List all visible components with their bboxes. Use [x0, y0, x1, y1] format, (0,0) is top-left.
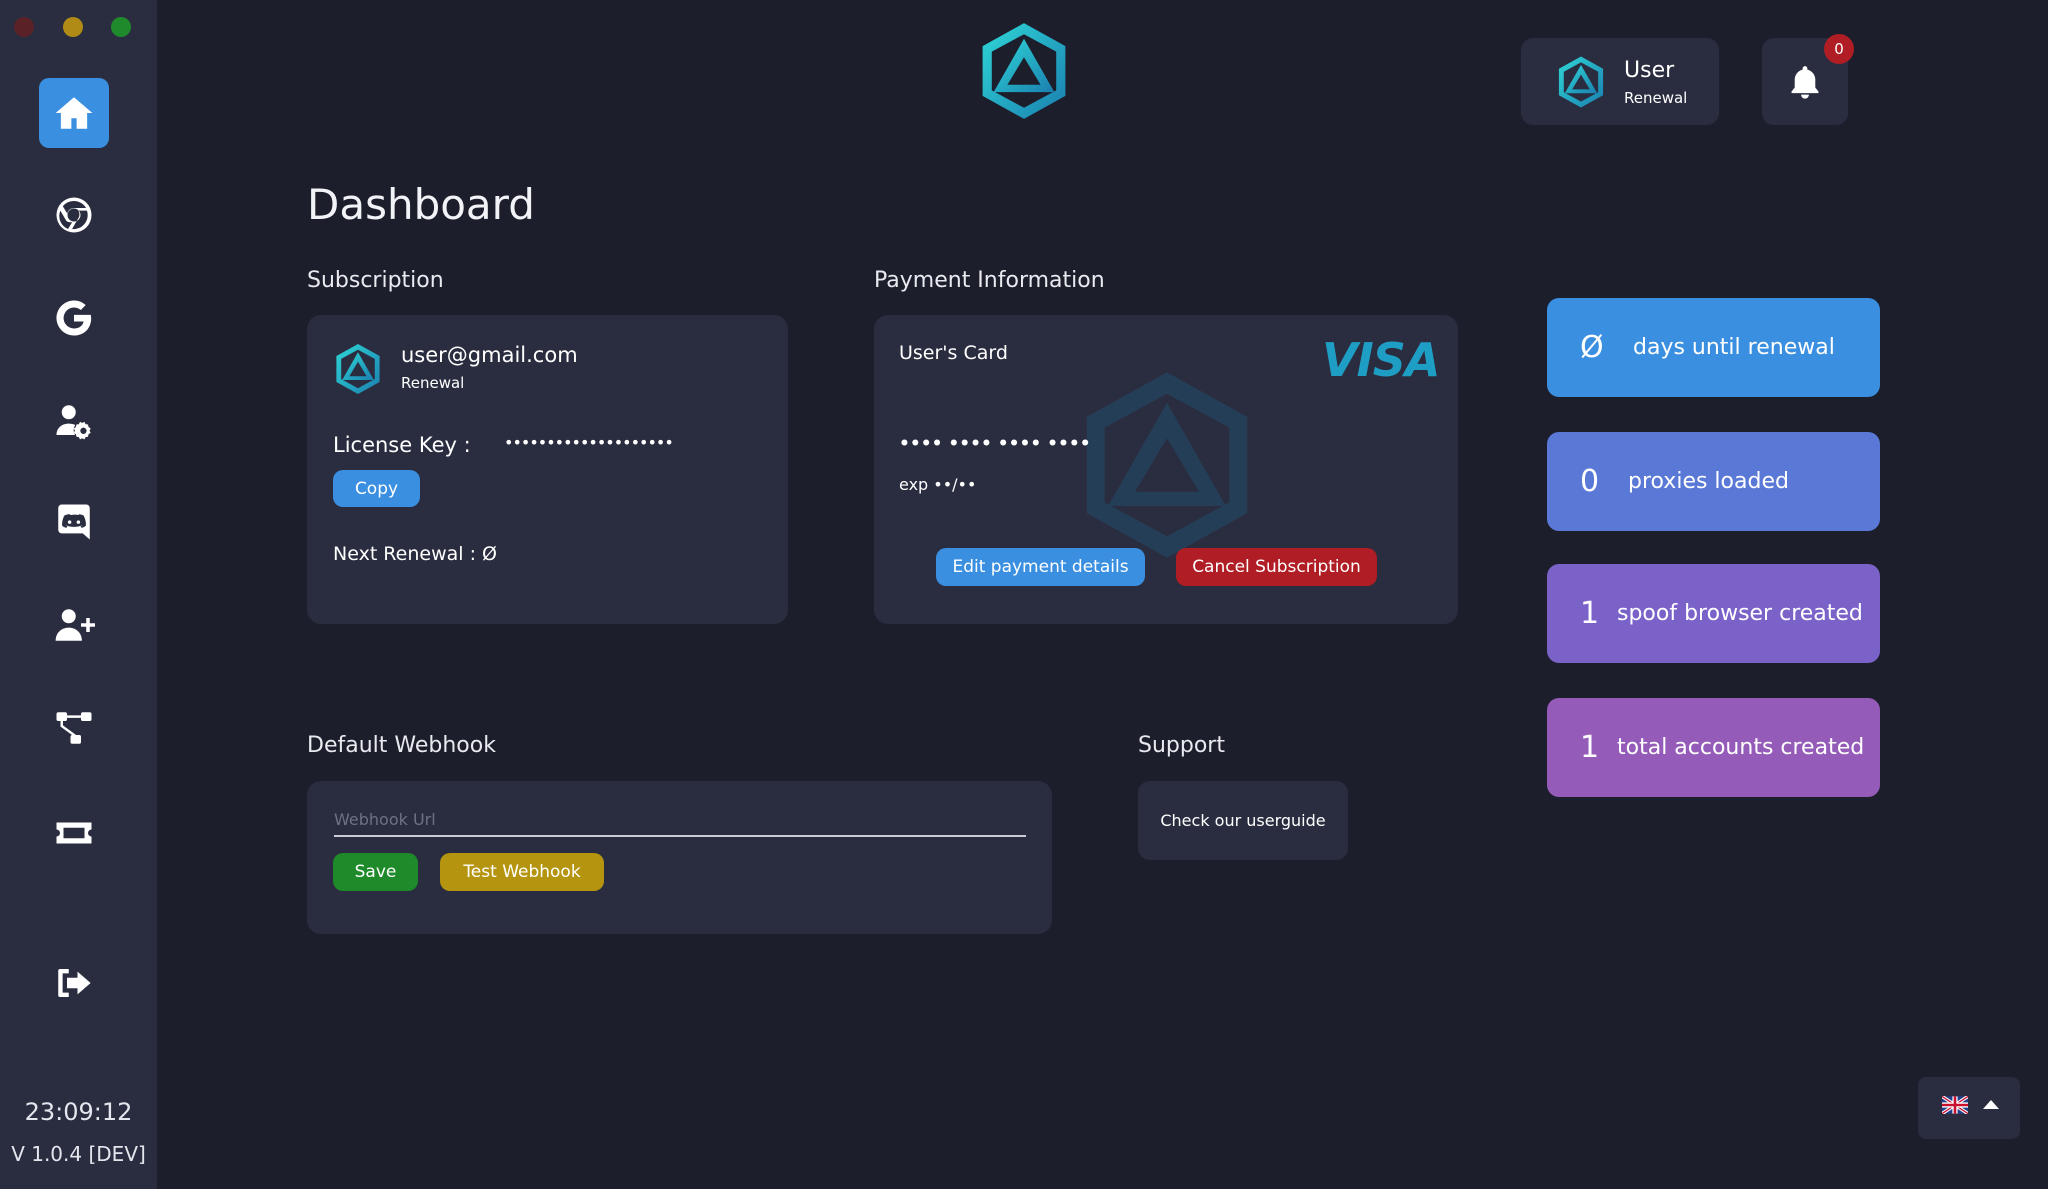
chevron-up-icon — [1983, 1100, 1999, 1109]
webhook-card: Save Test Webhook — [307, 781, 1052, 934]
license-key-label: License Key : — [333, 433, 471, 457]
chrome-icon — [56, 197, 92, 233]
add-user-icon — [55, 609, 95, 641]
maximize-window-button[interactable] — [111, 17, 131, 37]
app-window: 23:09:12 V 1.0.4 [DEV] User Renewal 0 Da… — [0, 0, 2048, 1189]
stat-label: spoof browser created — [1617, 601, 1863, 626]
subscription-card: user@gmail.com Renewal License Key : •••… — [307, 315, 788, 624]
user-avatar-logo — [1558, 56, 1604, 108]
logout-icon — [58, 969, 91, 997]
app-version: V 1.0.4 [DEV] — [11, 1142, 146, 1166]
userguide-button[interactable]: Check our userguide — [1138, 781, 1348, 860]
stat-label: proxies loaded — [1628, 469, 1789, 494]
stat-value: 0 — [1580, 464, 1600, 499]
minimize-window-button[interactable] — [63, 17, 83, 37]
stat-spoof-browsers: 1 spoof browser created — [1547, 564, 1880, 663]
sidebar-item-tree[interactable] — [39, 693, 109, 763]
stat-days-until-renewal: Ø days until renewal — [1547, 298, 1880, 397]
ticket-icon — [56, 822, 92, 844]
clock: 23:09:12 — [24, 1098, 133, 1126]
stat-total-accounts: 1 total accounts created — [1547, 698, 1880, 797]
notification-count-badge: 0 — [1824, 34, 1854, 64]
stat-value: 1 — [1580, 730, 1600, 765]
page-title: Dashboard — [307, 180, 535, 229]
close-window-button[interactable] — [14, 17, 34, 37]
sidebar-item-browser[interactable] — [39, 180, 109, 250]
language-selector[interactable] — [1918, 1077, 2020, 1139]
bell-icon — [1791, 65, 1819, 99]
sidebar-item-account-settings[interactable] — [39, 386, 109, 456]
user-name: User — [1624, 58, 1675, 83]
sidebar-item-logout[interactable] — [39, 948, 109, 1018]
user-plan: Renewal — [1624, 89, 1688, 107]
sidebar-item-home[interactable] — [39, 78, 109, 148]
card-holder-name: User's Card — [899, 342, 1008, 364]
discord-icon — [58, 504, 90, 540]
sidebar: 23:09:12 V 1.0.4 [DEV] — [0, 0, 157, 1189]
card-watermark-logo — [1086, 372, 1248, 558]
sidebar-item-discord[interactable] — [39, 487, 109, 557]
stat-value: Ø — [1580, 330, 1604, 365]
user-settings-icon — [56, 405, 91, 440]
support-heading: Support — [1138, 733, 1225, 758]
google-icon — [56, 300, 92, 336]
tree-icon — [56, 712, 92, 744]
stat-label: days until renewal — [1633, 335, 1835, 360]
subscription-email: user@gmail.com — [401, 343, 578, 367]
webhook-heading: Default Webhook — [307, 733, 496, 758]
user-profile-button[interactable]: User Renewal — [1521, 38, 1719, 125]
stat-label: total accounts created — [1617, 735, 1865, 760]
edit-payment-button[interactable]: Edit payment details — [936, 548, 1145, 586]
copy-license-button[interactable]: Copy — [333, 470, 420, 507]
payment-card: User's Card VISA •••• •••• •••• •••• exp… — [874, 315, 1458, 624]
sidebar-item-add-user[interactable] — [39, 590, 109, 660]
save-webhook-button[interactable]: Save — [333, 853, 418, 891]
test-webhook-button[interactable]: Test Webhook — [440, 853, 604, 891]
subscription-logo — [336, 344, 380, 394]
card-number: •••• •••• •••• •••• — [899, 434, 1091, 454]
subscription-plan: Renewal — [401, 374, 465, 392]
webhook-url-input[interactable] — [334, 803, 1026, 837]
sidebar-item-google[interactable] — [39, 283, 109, 353]
cancel-subscription-button[interactable]: Cancel Subscription — [1176, 548, 1377, 586]
home-icon — [55, 97, 93, 129]
license-key-value: •••••••••••••••••••• — [504, 433, 674, 452]
payment-heading: Payment Information — [874, 268, 1105, 293]
sidebar-item-tickets[interactable] — [39, 798, 109, 868]
uk-flag-icon — [1942, 1096, 1968, 1114]
subscription-heading: Subscription — [307, 268, 444, 293]
card-expiry: exp ••/•• — [899, 475, 977, 494]
stat-value: 1 — [1580, 596, 1600, 631]
stat-proxies-loaded: 0 proxies loaded — [1547, 432, 1880, 531]
app-logo — [982, 23, 1066, 119]
visa-logo: VISA — [1322, 333, 1440, 387]
next-renewal-text: Next Renewal : Ø — [333, 543, 497, 565]
